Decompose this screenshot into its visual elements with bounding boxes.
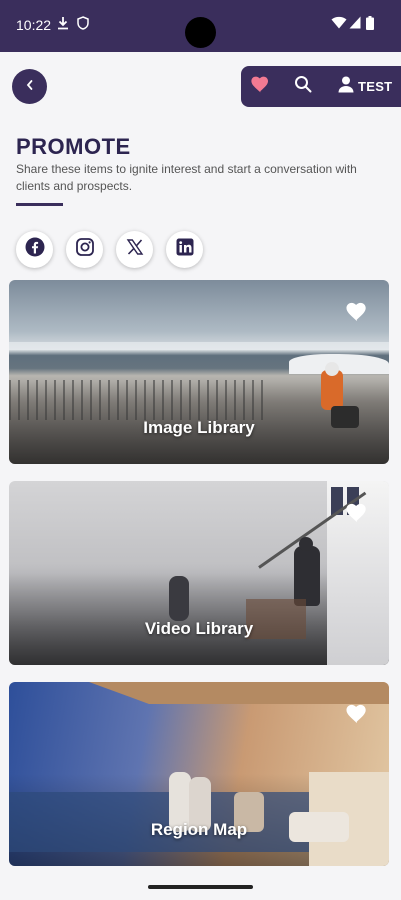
header-toolbar: TEST — [241, 66, 401, 107]
home-indicator[interactable] — [148, 885, 253, 889]
x-share-button[interactable] — [116, 231, 153, 268]
facebook-share-button[interactable] — [16, 231, 53, 268]
title-underline — [16, 203, 63, 206]
x-icon — [126, 238, 144, 261]
card-label: Region Map — [150, 820, 248, 839]
page-title: PROMOTE — [16, 134, 131, 159]
card-label: Image Library — [143, 418, 255, 437]
signal-icon — [349, 16, 361, 34]
region-map-card[interactable]: Region Map — [9, 682, 389, 866]
search-button[interactable] — [294, 66, 312, 107]
page-subtitle: Share these items to ignite interest and… — [16, 162, 357, 193]
chevron-left-icon — [25, 78, 35, 96]
facebook-icon — [25, 237, 45, 262]
wifi-icon — [331, 16, 347, 34]
heart-icon[interactable] — [346, 503, 368, 528]
heart-icon[interactable] — [346, 302, 368, 327]
battery-icon — [366, 16, 374, 35]
favorites-button[interactable] — [251, 66, 270, 107]
shield-icon — [77, 16, 89, 35]
linkedin-share-button[interactable] — [166, 231, 203, 268]
heart-icon[interactable] — [346, 704, 368, 729]
user-label: TEST — [358, 79, 393, 94]
video-library-card[interactable]: Video Library — [9, 481, 389, 665]
back-button[interactable] — [12, 69, 47, 104]
heart-icon — [251, 76, 270, 98]
status-bar: 10:22 — [0, 0, 401, 52]
instagram-share-button[interactable] — [66, 231, 103, 268]
search-icon — [294, 75, 312, 98]
card-label: Video Library — [144, 619, 254, 638]
account-button[interactable]: TEST — [338, 66, 392, 107]
person-icon — [338, 76, 354, 98]
status-time: 10:22 — [16, 17, 52, 33]
linkedin-icon — [176, 238, 194, 261]
camera-cutout — [185, 17, 216, 48]
image-library-card[interactable]: Image Library — [9, 280, 389, 464]
instagram-icon — [75, 237, 95, 262]
download-icon — [57, 16, 69, 35]
